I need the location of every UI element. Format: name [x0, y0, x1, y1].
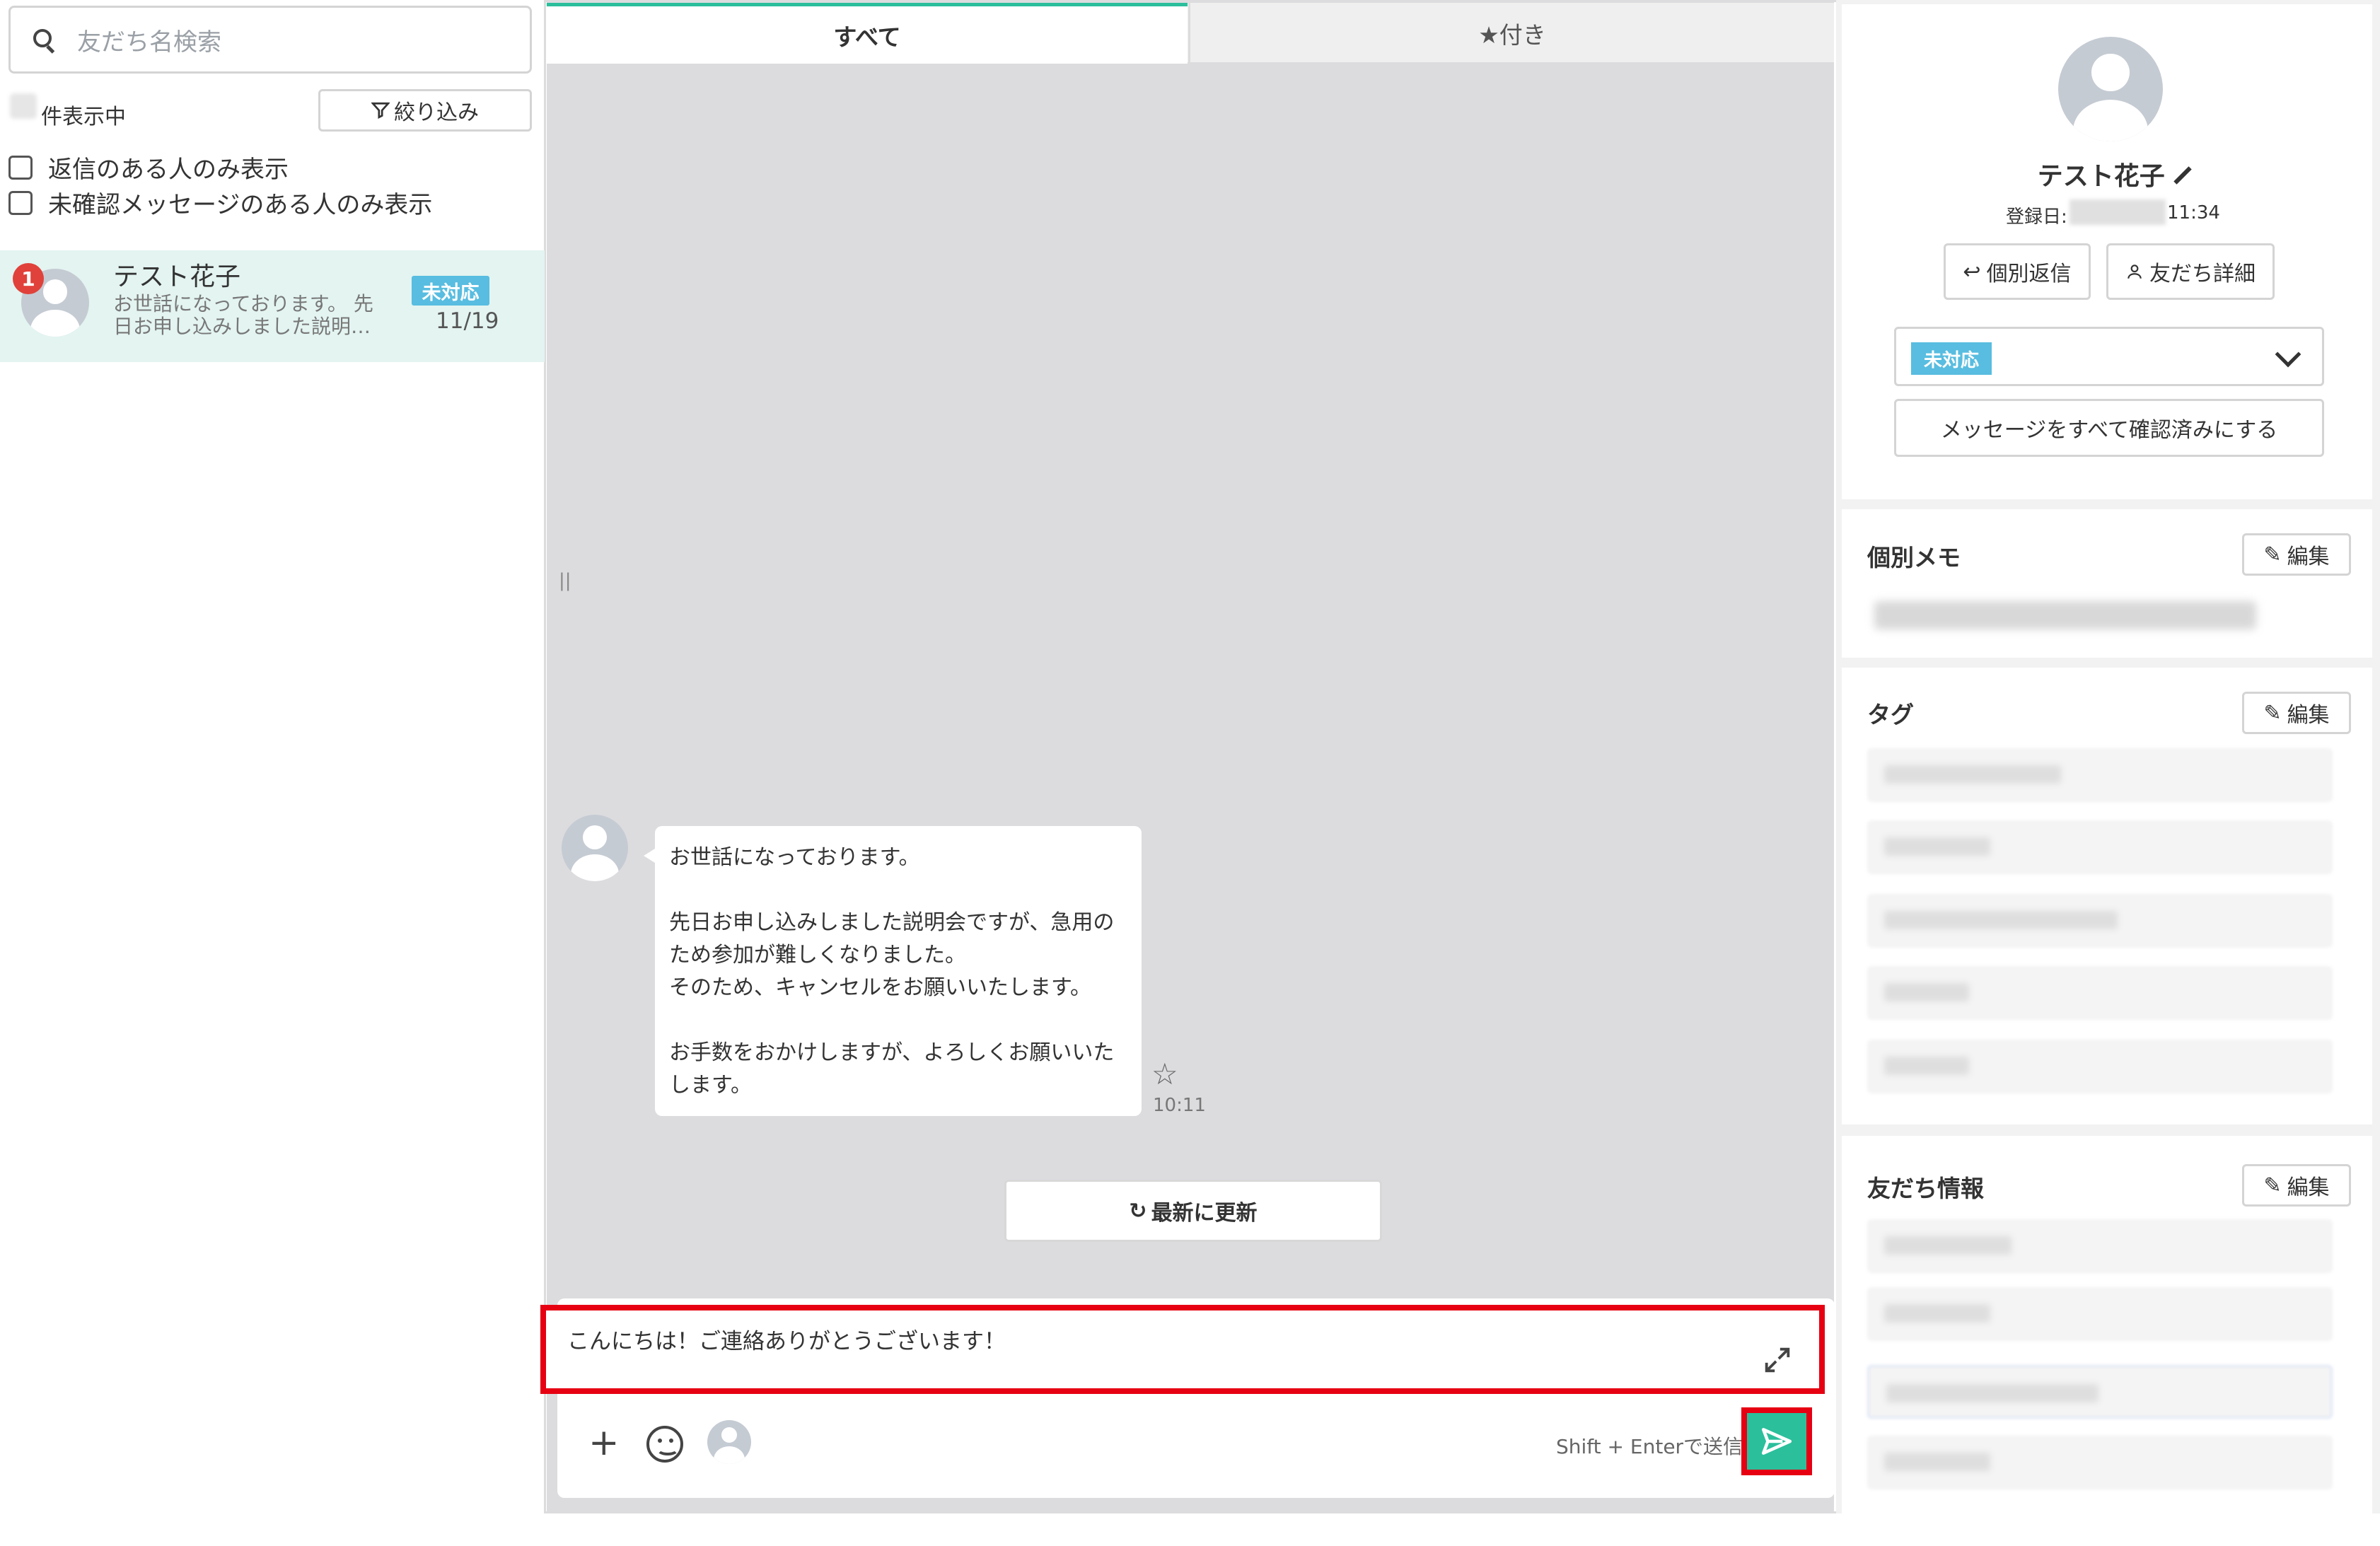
- friend-info-row-blurred[interactable]: [1867, 1287, 2333, 1341]
- friend-message-preview: お世話になっております。 先日お申し込みしました説明…: [113, 292, 373, 338]
- message-bubble: お世話になっております。 先日お申し込みしました説明会ですが、急用のため参加が難…: [644, 826, 1142, 1116]
- friend-status-badge: 未対応: [412, 276, 489, 306]
- memo-card: [1842, 509, 2372, 658]
- friend-name: テスト花子: [113, 262, 241, 291]
- friend-list-pane: [0, 0, 546, 1513]
- search-icon: [32, 28, 56, 52]
- registration-time: 11:34: [2167, 202, 2220, 223]
- unread-count-badge: 1: [13, 263, 44, 294]
- friend-search-box[interactable]: 友だち名検索: [8, 6, 532, 74]
- filter-button[interactable]: 絞り込み: [318, 89, 532, 132]
- expand-icon[interactable]: [1761, 1344, 1794, 1376]
- status-select-value: 未対応: [1911, 342, 1992, 375]
- memo-edit-label: 編集: [2287, 545, 2330, 569]
- message-input[interactable]: こんにちは！ご連絡ありがとうございます！: [540, 1305, 1825, 1394]
- friend-info-row-blurred[interactable]: [1867, 1436, 2333, 1489]
- tab-all[interactable]: すべて: [547, 3, 1188, 64]
- user-icon: [2128, 265, 2142, 279]
- edit-name-icon[interactable]: [2173, 166, 2192, 185]
- memo-title: 個別メモ: [1867, 544, 1961, 571]
- replies-only-option[interactable]: 返信のある人のみ表示: [8, 150, 289, 185]
- chat-pane: [547, 0, 1834, 1513]
- tags-edit-button[interactable]: ✎ 編集: [2242, 692, 2351, 734]
- refresh-icon: ↻: [1129, 1198, 1147, 1224]
- result-count-blurred: [10, 93, 37, 119]
- result-count-label: 件表示中: [41, 105, 126, 129]
- profile-name: テスト花子: [2023, 156, 2207, 192]
- tag-row-blurred[interactable]: [1867, 966, 2333, 1020]
- reply-icon: ↩: [1963, 259, 1981, 284]
- replies-only-label: 返信のある人のみ表示: [48, 156, 289, 184]
- registration-label: 登録日:: [2006, 207, 2067, 228]
- filter-label: 絞り込み: [394, 100, 479, 125]
- friend-info-row-blurred[interactable]: [1867, 1219, 2333, 1273]
- individual-reply-button[interactable]: ↩ 個別返信: [1944, 243, 2091, 300]
- tags-edit-label: 編集: [2287, 703, 2330, 728]
- tag-row-blurred[interactable]: [1867, 820, 2333, 874]
- emoji-icon[interactable]: [646, 1426, 683, 1463]
- filter-icon: [371, 102, 390, 119]
- send-shortcut-hint: Shift + Enterで送信: [1556, 1435, 1743, 1458]
- friend-last-date: 11/19: [436, 308, 499, 334]
- tag-row-blurred[interactable]: [1867, 1040, 2333, 1093]
- mark-all-read-button[interactable]: メッセージをすべて確認済みにする: [1894, 399, 2324, 457]
- friend-info-edit-label: 編集: [2287, 1175, 2330, 1200]
- add-attachment-icon[interactable]: +: [588, 1424, 620, 1461]
- profile-name-text: テスト花子: [2037, 162, 2165, 191]
- friend-info-row-blurred[interactable]: [1867, 1365, 2333, 1419]
- friend-info-edit-button[interactable]: ✎ 編集: [2242, 1164, 2351, 1207]
- profile-avatar: [2058, 37, 2163, 141]
- search-placeholder: 友だち名検索: [77, 28, 221, 57]
- unread-only-label: 未確認メッセージのある人のみ表示: [48, 191, 433, 219]
- unread-only-option[interactable]: 未確認メッセージのある人のみ表示: [8, 185, 432, 220]
- pencil-icon: ✎: [2263, 1173, 2282, 1198]
- sender-select-avatar[interactable]: [707, 1420, 751, 1464]
- pencil-icon: ✎: [2263, 542, 2282, 567]
- star-icon[interactable]: ☆: [1151, 1057, 1178, 1091]
- sender-avatar: [562, 815, 628, 881]
- friend-detail-button[interactable]: 友だち詳細: [2106, 243, 2275, 300]
- registration-date-blurred: [2070, 199, 2166, 225]
- message-time: 10:11: [1153, 1095, 1206, 1116]
- tab-starred[interactable]: ★付き: [1188, 3, 1834, 64]
- friend-info-title: 友だち情報: [1867, 1175, 1984, 1202]
- refresh-label: 最新に更新: [1151, 1201, 1258, 1226]
- unread-only-checkbox[interactable]: [8, 190, 33, 215]
- tags-title: タグ: [1867, 701, 1914, 728]
- send-icon: [1761, 1428, 1792, 1455]
- individual-reply-label: 個別返信: [1986, 262, 2072, 286]
- pane-resize-handle[interactable]: ||: [559, 570, 571, 591]
- send-button[interactable]: [1741, 1407, 1812, 1475]
- tag-row-blurred[interactable]: [1867, 894, 2333, 948]
- refresh-button[interactable]: ↻ 最新に更新: [1004, 1180, 1382, 1242]
- memo-content-blurred: [1874, 601, 2256, 629]
- replies-only-checkbox[interactable]: [8, 155, 33, 180]
- tag-row-blurred[interactable]: [1867, 748, 2333, 802]
- pencil-icon: ✎: [2263, 700, 2282, 726]
- memo-edit-button[interactable]: ✎ 編集: [2242, 533, 2351, 576]
- friend-detail-label: 友だち詳細: [2149, 262, 2256, 286]
